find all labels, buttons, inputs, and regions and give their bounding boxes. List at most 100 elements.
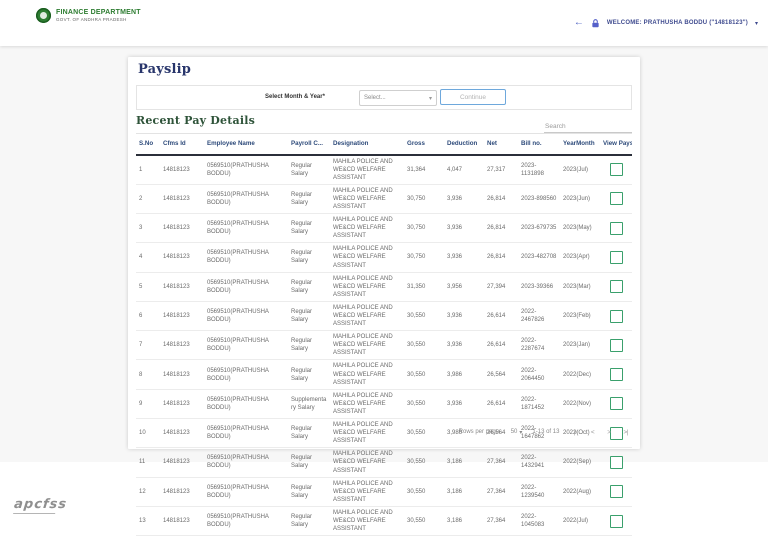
view-payslip-button[interactable]: [610, 456, 623, 469]
table-row: 8148181230569510(PRATHUSHA BODDU)Regular…: [136, 360, 632, 389]
view-payslip-button[interactable]: [610, 192, 623, 205]
cell-cfms_id: 14818123: [160, 477, 204, 506]
view-payslip-button[interactable]: [610, 485, 623, 498]
cell-gross: 30,550: [404, 477, 444, 506]
cell-bill_no: 2022-2287674: [518, 331, 560, 360]
cell-view-payslip: [600, 243, 632, 272]
cell-bill_no: 2022-1432941: [518, 448, 560, 477]
cell-gross: 31,350: [404, 272, 444, 301]
cell-year_month: 2022(Jul): [560, 506, 600, 535]
column-header-6: Deduction: [444, 134, 484, 155]
column-header-10: View Payslip: [600, 134, 632, 155]
cell-gross: 30,750: [404, 243, 444, 272]
cell-net: 27,394: [484, 272, 518, 301]
cell-deduction: 4,047: [444, 155, 484, 185]
view-payslip-button[interactable]: [610, 515, 623, 528]
cell-sno: 13: [136, 506, 160, 535]
cell-gross: 30,550: [404, 331, 444, 360]
chevron-down-icon[interactable]: ▾: [755, 20, 758, 27]
cell-net: 26,614: [484, 331, 518, 360]
column-header-1: Cfms Id: [160, 134, 204, 155]
table-row: 4148181230569510(PRATHUSHA BODDU)Regular…: [136, 243, 632, 272]
table-row: 5148181230569510(PRATHUSHA BODDU)Regular…: [136, 272, 632, 301]
cell-net: 27,364: [484, 477, 518, 506]
cell-payroll_category: Regular Salary: [288, 506, 330, 535]
lock-icon[interactable]: [591, 19, 600, 28]
cell-view-payslip: [600, 331, 632, 360]
cell-deduction: 3,936: [444, 214, 484, 243]
cell-employee_name: 0569510(PRATHUSHA BODDU): [204, 448, 288, 477]
view-payslip-button[interactable]: [610, 339, 623, 352]
cell-view-payslip: [600, 214, 632, 243]
cell-cfms_id: 14818123: [160, 272, 204, 301]
payslip-card: Payslip Select Month & Year* Select... ▾…: [128, 57, 640, 449]
cell-bill_no: 2022-1239540: [518, 477, 560, 506]
ap-govt-emblem-icon: [36, 8, 51, 23]
view-payslip-button[interactable]: [610, 368, 623, 381]
cell-view-payslip: [600, 360, 632, 389]
cell-net: 26,614: [484, 301, 518, 330]
cell-year_month: 2022(Aug): [560, 477, 600, 506]
next-page-button[interactable]: >: [607, 429, 610, 436]
search-input[interactable]: [544, 121, 632, 133]
view-payslip-button[interactable]: [610, 251, 623, 264]
cell-net: 27,364: [484, 448, 518, 477]
cell-bill_no: 2022-1045083: [518, 506, 560, 535]
cell-sno: 11: [136, 448, 160, 477]
table-row: 13148181230569510(PRATHUSHA BODDU)Regula…: [136, 506, 632, 535]
cell-sno: 7: [136, 331, 160, 360]
prev-page-button[interactable]: <: [591, 429, 594, 436]
continue-button[interactable]: Continue: [440, 89, 506, 105]
select-chevron-icon: ▾: [429, 95, 432, 102]
cell-net: 27,364: [484, 506, 518, 535]
last-page-button[interactable]: >|: [624, 429, 628, 436]
cell-sno: 6: [136, 301, 160, 330]
month-filter-panel: Select Month & Year* Select... ▾ Continu…: [136, 85, 632, 110]
cell-deduction: 3,986: [444, 360, 484, 389]
apcfss-logo: apcfss: [13, 497, 68, 514]
welcome-user-menu[interactable]: WELCOME: PRATHUSHA BODDU ("14818123"): [607, 20, 748, 26]
rows-per-page-select[interactable]: 50 ▾: [511, 429, 523, 436]
cell-employee_name: 0569510(PRATHUSHA BODDU): [204, 506, 288, 535]
cell-bill_no: 2022-2467826: [518, 301, 560, 330]
cell-cfms_id: 14818123: [160, 155, 204, 185]
view-payslip-button[interactable]: [610, 280, 623, 293]
cell-cfms_id: 14818123: [160, 331, 204, 360]
cell-deduction: 3,956: [444, 272, 484, 301]
view-payslip-button[interactable]: [610, 310, 623, 323]
cell-view-payslip: [600, 389, 632, 418]
first-page-button[interactable]: |<: [573, 429, 577, 436]
cell-designation: MAHILA POLICE AND WE&CD WELFARE ASSISTAN…: [330, 243, 404, 272]
cell-payroll_category: Supplementary Salary: [288, 389, 330, 418]
cell-designation: MAHILA POLICE AND WE&CD WELFARE ASSISTAN…: [330, 331, 404, 360]
table-row: 12148181230569510(PRATHUSHA BODDU)Regula…: [136, 477, 632, 506]
cell-net: 26,614: [484, 389, 518, 418]
cell-payroll_category: Regular Salary: [288, 272, 330, 301]
cell-cfms_id: 14818123: [160, 448, 204, 477]
cell-view-payslip: [600, 448, 632, 477]
column-header-9: YearMonth: [560, 134, 600, 155]
view-payslip-button[interactable]: [610, 397, 623, 410]
brand-subtitle: GOVT. OF ANDHRA PRADESH: [56, 17, 141, 22]
cell-sno: 4: [136, 243, 160, 272]
cell-bill_no: 2023-39366: [518, 272, 560, 301]
cell-view-payslip: [600, 506, 632, 535]
rows-per-page-label: Rows per page:: [459, 429, 501, 435]
cell-bill_no: 2023-898560: [518, 184, 560, 213]
back-arrow-icon[interactable]: ←: [574, 18, 584, 28]
view-payslip-button[interactable]: [610, 222, 623, 235]
cell-employee_name: 0569510(PRATHUSHA BODDU): [204, 331, 288, 360]
cell-sno: 1: [136, 155, 160, 185]
view-payslip-button[interactable]: [610, 163, 623, 176]
cell-deduction: 3,936: [444, 243, 484, 272]
cell-year_month: 2022(Sep): [560, 448, 600, 477]
table-row: 7148181230569510(PRATHUSHA BODDU)Regular…: [136, 331, 632, 360]
cell-designation: MAHILA POLICE AND WE&CD WELFARE ASSISTAN…: [330, 506, 404, 535]
recent-pay-table: S.NoCfms IdEmployee NamePayroll C...Desi…: [136, 133, 632, 536]
cell-payroll_category: Regular Salary: [288, 301, 330, 330]
month-year-select[interactable]: Select... ▾: [359, 90, 437, 106]
table-row: 11148181230569510(PRATHUSHA BODDU)Regula…: [136, 448, 632, 477]
cell-employee_name: 0569510(PRATHUSHA BODDU): [204, 155, 288, 185]
table-row: 1148181230569510(PRATHUSHA BODDU)Regular…: [136, 155, 632, 185]
cell-cfms_id: 14818123: [160, 214, 204, 243]
